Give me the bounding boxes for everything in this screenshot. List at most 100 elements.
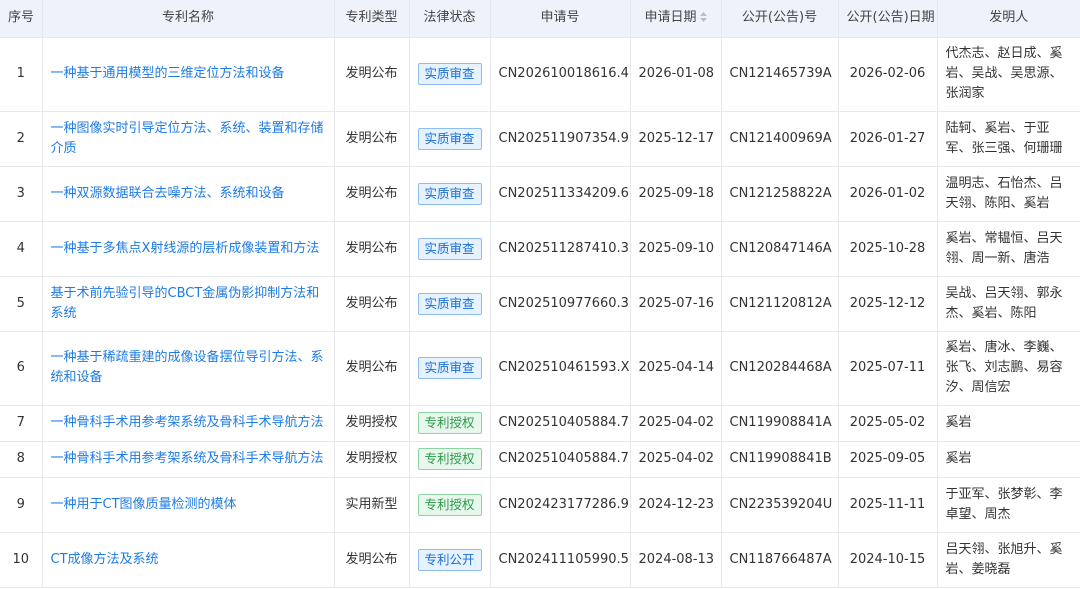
cell-inventors: 吴战、吕天翎、郭永杰、奚岩、陈阳 bbox=[937, 276, 1080, 332]
cell-name: 一种骨科手术用参考架系统及骨科手术导航方法 bbox=[42, 405, 335, 442]
status-badge: 实质审查 bbox=[417, 237, 482, 260]
table-row: 9 一种用于CT图像质量检测的模体 实用新型 专利授权 CN2024231772… bbox=[0, 477, 1080, 533]
cell-pub-no: CN119908841B bbox=[721, 441, 839, 478]
patent-name-link[interactable]: CT成像方法及系统 bbox=[51, 552, 159, 567]
cell-index: 3 bbox=[0, 166, 43, 222]
cell-pub-no: CN120284468A bbox=[721, 331, 839, 406]
cell-inventors: 于亚军、张梦彰、李卓望、周杰 bbox=[937, 477, 1080, 533]
cell-app-no: CN202610018616.4 bbox=[490, 37, 631, 112]
cell-status: 专利公开 bbox=[409, 532, 491, 588]
col-header-status: 法律状态 bbox=[409, 0, 491, 38]
patent-table: 序号 专利名称 专利类型 法律状态 申请号 申请日期 公开(公告)号 公开(公告… bbox=[0, 0, 1080, 588]
cell-pub-no: CN121258822A bbox=[721, 166, 839, 222]
cell-status: 实质审查 bbox=[409, 111, 491, 167]
cell-pub-no: CN121400969A bbox=[721, 111, 839, 167]
cell-status: 专利授权 bbox=[409, 441, 491, 478]
table-row: 5 基于术前先验引导的CBCT金属伪影抑制方法和系统 发明公布 实质审查 CN2… bbox=[0, 276, 1080, 332]
cell-pub-no: CN118766487A bbox=[721, 532, 839, 588]
col-header-app-date[interactable]: 申请日期 bbox=[630, 0, 722, 38]
col-header-pub-date[interactable]: 公开(公告)日期 bbox=[838, 0, 938, 38]
col-header-pub-date-label: 公开(公告)日期 bbox=[846, 10, 935, 26]
cell-type: 实用新型 bbox=[334, 477, 410, 533]
status-badge: 专利授权 bbox=[417, 448, 482, 470]
cell-name: 一种用于CT图像质量检测的模体 bbox=[42, 477, 335, 533]
patent-name-link[interactable]: 一种基于通用模型的三维定位方法和设备 bbox=[51, 66, 285, 81]
cell-pub-date: 2025-10-28 bbox=[838, 221, 938, 277]
cell-app-date: 2025-09-18 bbox=[630, 166, 722, 222]
cell-status: 实质审查 bbox=[409, 276, 491, 332]
status-badge: 专利公开 bbox=[417, 548, 482, 571]
col-header-type: 专利类型 bbox=[334, 0, 410, 38]
cell-inventors: 吕天翎、张旭升、奚岩、姜晓磊 bbox=[937, 532, 1080, 588]
status-badge: 专利授权 bbox=[417, 493, 482, 516]
sort-icon[interactable] bbox=[699, 12, 707, 23]
cell-app-no: CN202423177286.9 bbox=[490, 477, 631, 533]
cell-pub-no: CN223539204U bbox=[721, 477, 839, 533]
cell-index: 5 bbox=[0, 276, 43, 332]
cell-status: 实质审查 bbox=[409, 166, 491, 222]
cell-name: 一种双源数据联合去噪方法、系统和设备 bbox=[42, 166, 335, 222]
cell-app-date: 2025-04-02 bbox=[630, 405, 722, 442]
table-row: 4 一种基于多焦点X射线源的层析成像装置和方法 发明公布 实质审查 CN2025… bbox=[0, 221, 1080, 277]
patent-name-link[interactable]: 一种骨科手术用参考架系统及骨科手术导航方法 bbox=[51, 415, 324, 430]
cell-name: 一种基于通用模型的三维定位方法和设备 bbox=[42, 37, 335, 112]
cell-inventors: 奚岩、唐冰、李巍、张飞、刘志鹏、易容汐、周信宏 bbox=[937, 331, 1080, 406]
cell-app-date: 2025-04-02 bbox=[630, 441, 722, 478]
status-badge: 实质审查 bbox=[417, 182, 482, 205]
cell-inventors: 奚岩 bbox=[937, 441, 1080, 478]
status-badge: 实质审查 bbox=[417, 357, 482, 379]
cell-app-no: CN202510405884.7 bbox=[490, 441, 631, 478]
cell-app-date: 2025-12-17 bbox=[630, 111, 722, 167]
cell-app-no: CN202511334209.6 bbox=[490, 166, 631, 222]
cell-status: 专利授权 bbox=[409, 477, 491, 533]
cell-inventors: 奚岩、常韫恒、吕天翎、周一新、唐浩 bbox=[937, 221, 1080, 277]
cell-status: 实质审查 bbox=[409, 221, 491, 277]
cell-status: 实质审查 bbox=[409, 331, 491, 406]
cell-index: 9 bbox=[0, 477, 43, 533]
patent-name-link[interactable]: 一种双源数据联合去噪方法、系统和设备 bbox=[51, 186, 285, 201]
col-header-inventors: 发明人 bbox=[937, 0, 1080, 38]
cell-app-no: CN202511907354.9 bbox=[490, 111, 631, 167]
cell-app-no: CN202510977660.3 bbox=[490, 276, 631, 332]
cell-app-no: CN202511287410.3 bbox=[490, 221, 631, 277]
col-header-index: 序号 bbox=[0, 0, 43, 38]
cell-app-date: 2025-07-16 bbox=[630, 276, 722, 332]
cell-type: 发明公布 bbox=[334, 111, 410, 167]
status-badge: 专利授权 bbox=[417, 412, 482, 434]
status-badge: 实质审查 bbox=[417, 127, 482, 150]
cell-status: 专利授权 bbox=[409, 405, 491, 442]
cell-index: 8 bbox=[0, 441, 43, 478]
table-row: 8 一种骨科手术用参考架系统及骨科手术导航方法 发明授权 专利授权 CN2025… bbox=[0, 441, 1080, 478]
patent-name-link[interactable]: 一种用于CT图像质量检测的模体 bbox=[51, 497, 237, 512]
cell-pub-date: 2025-11-11 bbox=[838, 477, 938, 533]
cell-inventors: 温明志、石怡杰、吕天翎、陈阳、奚岩 bbox=[937, 166, 1080, 222]
cell-type: 发明授权 bbox=[334, 441, 410, 478]
patent-name-link[interactable]: 一种基于多焦点X射线源的层析成像装置和方法 bbox=[51, 241, 320, 256]
cell-pub-no: CN121120812A bbox=[721, 276, 839, 332]
patent-name-link[interactable]: 一种骨科手术用参考架系统及骨科手术导航方法 bbox=[51, 451, 324, 466]
cell-type: 发明授权 bbox=[334, 405, 410, 442]
cell-index: 4 bbox=[0, 221, 43, 277]
status-badge: 实质审查 bbox=[417, 292, 482, 315]
cell-type: 发明公布 bbox=[334, 37, 410, 112]
cell-pub-date: 2025-05-02 bbox=[838, 405, 938, 442]
cell-pub-date: 2025-12-12 bbox=[838, 276, 938, 332]
cell-inventors: 奚岩 bbox=[937, 405, 1080, 442]
patent-name-link[interactable]: 一种图像实时引导定位方法、系统、装置和存储介质 bbox=[51, 121, 324, 156]
cell-name: 一种基于多焦点X射线源的层析成像装置和方法 bbox=[42, 221, 335, 277]
patent-name-link[interactable]: 一种基于稀疏重建的成像设备摆位导引方法、系统和设备 bbox=[51, 350, 324, 385]
table-row: 7 一种骨科手术用参考架系统及骨科手术导航方法 发明授权 专利授权 CN2025… bbox=[0, 405, 1080, 442]
cell-inventors: 代杰志、赵日成、奚岩、吴战、吴思源、张润家 bbox=[937, 37, 1080, 112]
patent-name-link[interactable]: 基于术前先验引导的CBCT金属伪影抑制方法和系统 bbox=[51, 286, 320, 321]
cell-type: 发明公布 bbox=[334, 331, 410, 406]
cell-pub-date: 2025-07-11 bbox=[838, 331, 938, 406]
table-header-row: 序号 专利名称 专利类型 法律状态 申请号 申请日期 公开(公告)号 公开(公告… bbox=[0, 0, 1080, 38]
table-row: 1 一种基于通用模型的三维定位方法和设备 发明公布 实质审查 CN2026100… bbox=[0, 37, 1080, 112]
cell-name: 一种基于稀疏重建的成像设备摆位导引方法、系统和设备 bbox=[42, 331, 335, 406]
cell-inventors: 陆轲、奚岩、于亚军、张三强、何珊珊 bbox=[937, 111, 1080, 167]
cell-index: 2 bbox=[0, 111, 43, 167]
cell-type: 发明公布 bbox=[334, 532, 410, 588]
cell-index: 1 bbox=[0, 37, 43, 112]
cell-app-date: 2025-04-14 bbox=[630, 331, 722, 406]
cell-index: 6 bbox=[0, 331, 43, 406]
